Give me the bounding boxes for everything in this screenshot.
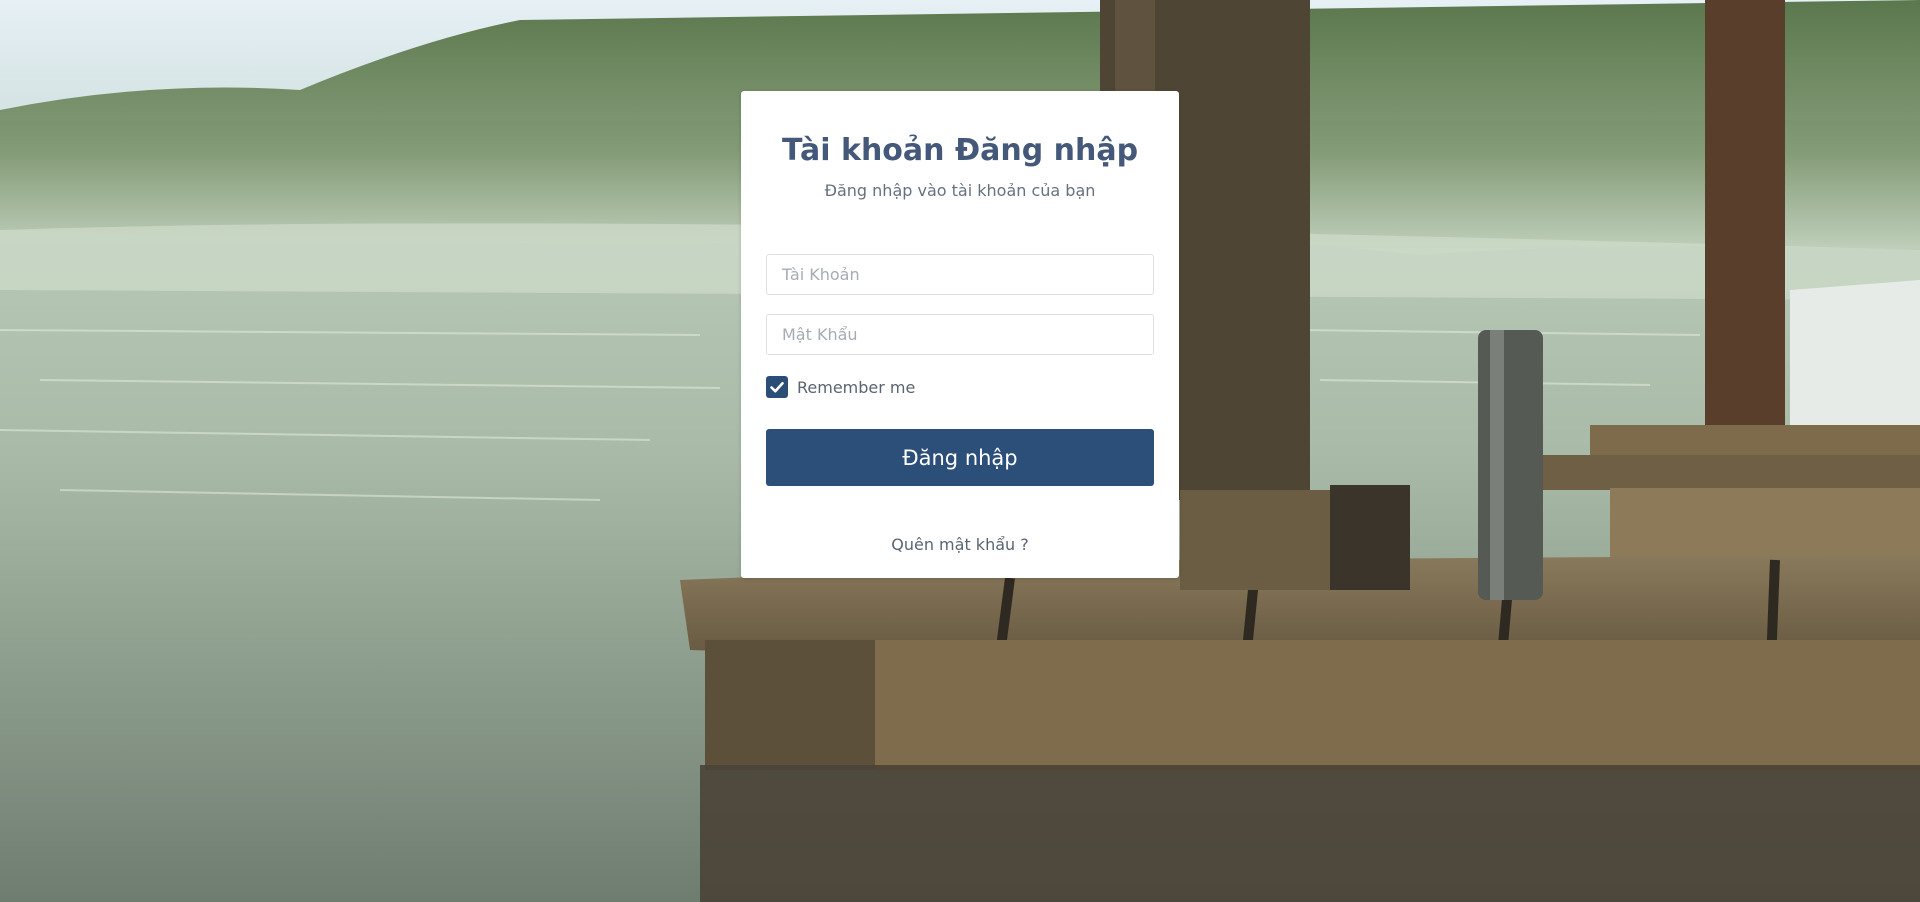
page-subtitle: Đăng nhập vào tài khoản của bạn xyxy=(824,181,1096,200)
remember-me-checkbox[interactable]: Remember me xyxy=(766,375,915,399)
password-input[interactable] xyxy=(766,314,1154,355)
forgot-password-link[interactable]: Quên mật khẩu ? xyxy=(741,535,1179,554)
username-input[interactable] xyxy=(766,254,1154,295)
remember-checkbox-box[interactable] xyxy=(766,376,788,398)
remember-me-label: Remember me xyxy=(797,377,916,397)
login-card: Tài khoản Đăng nhập Đăng nhập vào tài kh… xyxy=(741,91,1179,578)
page-title: Tài khoản Đăng nhập xyxy=(781,133,1139,168)
login-button[interactable]: Đăng nhập xyxy=(766,429,1154,486)
check-icon xyxy=(770,381,784,393)
